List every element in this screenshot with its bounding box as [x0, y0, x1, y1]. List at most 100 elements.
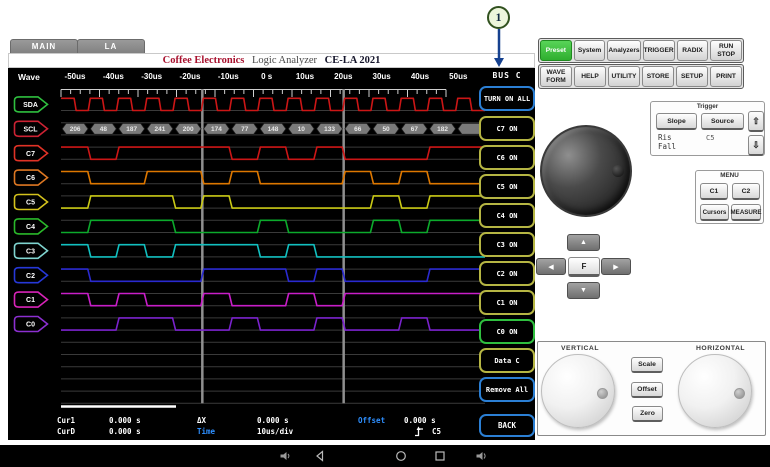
- control-panel: PresetSystemAnalyzersTRIGGERRADIXRUN STO…: [535, 0, 770, 445]
- menu-measure-button[interactable]: MEASURE: [731, 204, 761, 221]
- channel-label-C1[interactable]: C1: [15, 292, 48, 307]
- source-button[interactable]: Source: [701, 113, 744, 130]
- side-button-turn-on-all[interactable]: TURN ON ALL: [479, 86, 535, 111]
- time-label: Time: [197, 427, 215, 436]
- back-icon[interactable]: [314, 450, 326, 462]
- channel-label-C6[interactable]: C6: [15, 170, 48, 185]
- dpad-down-button[interactable]: ▼: [567, 282, 600, 299]
- channel-label-C4[interactable]: C4: [15, 219, 48, 234]
- recents-icon[interactable]: [434, 450, 446, 462]
- horizontal-knob[interactable]: [678, 354, 752, 428]
- channel-label-SCL[interactable]: SCL: [15, 121, 48, 136]
- key-row-top: PresetSystemAnalyzersTRIGGERRADIXRUN STO…: [538, 38, 744, 63]
- side-button-c4-on[interactable]: C4 ON: [479, 203, 535, 228]
- key-store[interactable]: STORE: [642, 66, 674, 87]
- side-button-c7-on[interactable]: C7 ON: [479, 116, 535, 141]
- offset-label: Offset: [358, 416, 385, 425]
- home-icon[interactable]: [395, 450, 407, 462]
- callout-1-badge: 1: [487, 6, 510, 29]
- key-trigger[interactable]: TRIGGER: [643, 40, 675, 61]
- side-button-c6-on[interactable]: C6 ON: [479, 145, 535, 170]
- volume-icon[interactable]: [279, 450, 291, 462]
- key-preset[interactable]: Preset: [540, 40, 572, 61]
- side-button-c5-on[interactable]: C5 ON: [479, 174, 535, 199]
- key-help[interactable]: HELP: [574, 66, 606, 87]
- wave-C1: [61, 294, 485, 306]
- side-button-data-c[interactable]: Data C: [479, 348, 535, 373]
- channel-label-C2[interactable]: C2: [15, 268, 48, 283]
- vertical-knob-dot: [597, 388, 608, 399]
- bus-value-text: 66: [354, 126, 362, 133]
- svg-text:C4: C4: [26, 224, 35, 231]
- dpad-f-button[interactable]: F: [568, 257, 600, 277]
- bus-value-text: 10: [298, 126, 306, 133]
- waveform-display: 206481872412001747714810133665067182SDAS…: [8, 68, 535, 440]
- android-nav-bar: [0, 445, 770, 467]
- bus-value-text: 200: [183, 126, 194, 133]
- side-button-c0-on[interactable]: C0 ON: [479, 319, 535, 344]
- side-button-remove-all[interactable]: Remove All: [479, 377, 535, 402]
- zero-button[interactable]: Zero: [632, 406, 663, 422]
- key-print[interactable]: PRINT: [710, 66, 742, 87]
- trigger-source-value: C5: [432, 427, 441, 436]
- trigger-edge-icon: [413, 425, 425, 437]
- key-analyzers[interactable]: Analyzers: [607, 40, 640, 61]
- bus-value-text: 182: [437, 126, 448, 133]
- dpad-right-button[interactable]: ▶: [601, 258, 631, 275]
- menu-c1-button[interactable]: C1: [700, 183, 728, 200]
- trigger-box: Trigger Slope Source ⇧ ⇩ Ris Fall C5: [650, 101, 765, 156]
- scale-button[interactable]: Scale: [631, 357, 663, 373]
- horizontal-label: HORIZONTAL: [696, 345, 745, 352]
- bus-value-text: 133: [324, 126, 335, 133]
- channel-label-C5[interactable]: C5: [15, 195, 48, 210]
- trigger-down-button[interactable]: ⇩: [748, 135, 764, 156]
- vertical-label: VERTICAL: [561, 345, 599, 352]
- bus-values-row: 206481872412001747714810133665067182: [62, 123, 485, 134]
- wave-SDA: [61, 98, 485, 110]
- trigger-up-button[interactable]: ⇧: [748, 111, 764, 132]
- key-run-stop[interactable]: RUN STOP: [710, 40, 742, 61]
- menu-c2-button[interactable]: C2: [732, 183, 760, 200]
- key-setup[interactable]: SETUP: [676, 66, 708, 87]
- menu-cursors-button[interactable]: Cursors: [700, 204, 729, 221]
- key-wave-form[interactable]: WAVE FORM: [540, 66, 572, 87]
- bus-value-text: 187: [126, 126, 137, 133]
- main-rotary-knob[interactable]: [540, 125, 632, 217]
- callout-1-arrow: [492, 29, 506, 67]
- title-bar: Coffee Electronics Logic Analyzer CE-LA …: [8, 53, 535, 68]
- vertical-knob[interactable]: [541, 354, 615, 428]
- dpad-up-button[interactable]: ▲: [567, 234, 600, 251]
- channel-label-SDA[interactable]: SDA: [15, 97, 48, 112]
- svg-text:C6: C6: [26, 175, 35, 182]
- volume2-icon[interactable]: [475, 450, 487, 462]
- bus-value-text: 48: [100, 126, 108, 133]
- channel-label-C7[interactable]: C7: [15, 146, 48, 161]
- dpad-left-button[interactable]: ◀: [536, 258, 566, 275]
- vertical-horizontal-box: VERTICAL HORIZONTAL Scale Offset Zero: [537, 341, 766, 436]
- offset-button[interactable]: Offset: [631, 382, 663, 398]
- back-button[interactable]: BACK: [479, 414, 535, 437]
- side-button-c1-on[interactable]: C1 ON: [479, 290, 535, 315]
- channel-label-C0[interactable]: C0: [15, 317, 48, 332]
- wave-C5: [61, 196, 485, 208]
- key-system[interactable]: System: [574, 40, 606, 61]
- knob-indicator-dot: [612, 165, 624, 177]
- app-name: Logic Analyzer: [252, 55, 317, 66]
- svg-text:C3: C3: [26, 248, 35, 255]
- curd-value: 0.000 s: [109, 427, 141, 436]
- bus-value-text: 174: [211, 126, 222, 133]
- key-radix[interactable]: RADIX: [677, 40, 709, 61]
- key-utility[interactable]: UTILITY: [608, 66, 640, 87]
- svg-text:C0: C0: [26, 322, 35, 329]
- slope-button[interactable]: Slope: [656, 113, 697, 130]
- svg-text:C1: C1: [26, 297, 35, 304]
- trigger-box-title: Trigger: [651, 103, 764, 110]
- bus-value-text: 206: [70, 126, 81, 133]
- wave-C0: [61, 318, 485, 330]
- model-name: CE-LA 2021: [325, 55, 381, 66]
- side-button-c2-on[interactable]: C2 ON: [479, 261, 535, 286]
- wave-C3: [61, 245, 485, 257]
- side-button-c3-on[interactable]: C3 ON: [479, 232, 535, 257]
- time-value: 10us/div: [257, 427, 293, 436]
- channel-label-C3[interactable]: C3: [15, 243, 48, 258]
